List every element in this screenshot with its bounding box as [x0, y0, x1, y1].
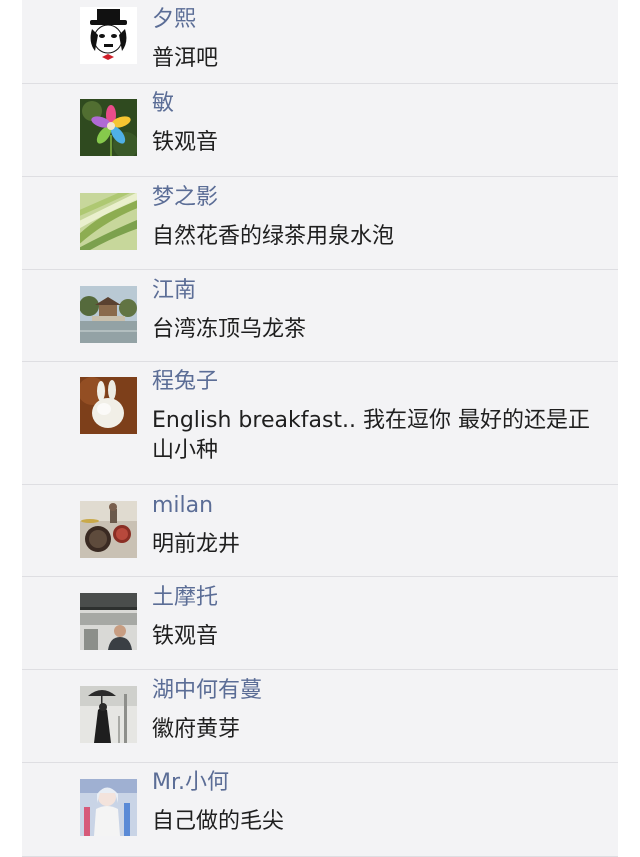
- comment-author[interactable]: 湖中何有蔓: [152, 678, 602, 704]
- comment-text: 夕熙 普洱吧: [152, 7, 602, 74]
- comment-list: 夕熙 普洱吧 敏 铁观音 梦之影 自然花香的绿茶用泉水泡 江南 台湾冻顶乌龙茶 …: [22, 0, 618, 857]
- comment-text: 湖中何有蔓 徽府黄芽: [152, 678, 602, 745]
- comment-text: 敏 铁观音: [152, 91, 602, 158]
- comment-author[interactable]: 夕熙: [152, 7, 602, 33]
- comment-message: 台湾冻顶乌龙茶: [152, 317, 307, 342]
- portrait-avatar-icon[interactable]: [80, 593, 137, 650]
- comment-item[interactable]: 湖中何有蔓 徽府黄芽: [22, 670, 618, 763]
- pavilion-avatar-icon[interactable]: [80, 286, 137, 343]
- comment-message: 自然花香的绿茶用泉水泡: [152, 224, 395, 249]
- green-blur-avatar-icon[interactable]: [80, 193, 137, 250]
- comment-message: 铁观音: [152, 130, 219, 155]
- bunny-avatar-icon[interactable]: [80, 377, 137, 434]
- comment-item[interactable]: 程兔子 English breakfast.. 我在逗你 最好的还是正山小种: [22, 362, 618, 485]
- comments-panel: 夕熙 普洱吧 敏 铁观音 梦之影 自然花香的绿茶用泉水泡 江南 台湾冻顶乌龙茶 …: [22, 0, 618, 857]
- comment-item[interactable]: milan 明前龙井: [22, 485, 618, 577]
- comment-message: 铁观音: [152, 624, 219, 649]
- umbrella-avatar-icon[interactable]: [80, 686, 137, 743]
- comment-message: 普洱吧: [152, 46, 219, 71]
- comment-item[interactable]: 土摩托 铁观音: [22, 577, 618, 670]
- comment-message: 自己做的毛尖: [152, 809, 285, 834]
- cartoon-avatar-icon[interactable]: [80, 779, 137, 836]
- comment-author[interactable]: 程兔子: [152, 369, 602, 395]
- comment-message: 徽府黄芽: [152, 717, 241, 742]
- comment-author[interactable]: 敏: [152, 91, 602, 117]
- comment-text: 土摩托 铁观音: [152, 585, 602, 652]
- chaplin-avatar-icon[interactable]: [80, 7, 137, 64]
- comment-item[interactable]: 梦之影 自然花香的绿茶用泉水泡: [22, 177, 618, 270]
- comment-author[interactable]: Mr.小何: [152, 770, 602, 796]
- comment-message: English breakfast.. 我在逗你 最好的还是正山小种: [152, 408, 591, 463]
- comment-text: Mr.小何 自己做的毛尖: [152, 770, 602, 837]
- comment-item[interactable]: 夕熙 普洱吧: [22, 0, 618, 84]
- comment-item[interactable]: 敏 铁观音: [22, 84, 618, 177]
- comment-message: 明前龙井: [152, 532, 241, 557]
- comment-text: 梦之影 自然花香的绿茶用泉水泡: [152, 185, 602, 252]
- comment-text: 江南 台湾冻顶乌龙茶: [152, 278, 602, 345]
- drums-avatar-icon[interactable]: [80, 501, 137, 558]
- flower-avatar-icon[interactable]: [80, 99, 137, 156]
- comment-author[interactable]: milan: [152, 493, 602, 519]
- comment-text: 程兔子 English breakfast.. 我在逗你 最好的还是正山小种: [152, 369, 602, 466]
- comment-author[interactable]: 江南: [152, 278, 602, 304]
- comment-item[interactable]: Mr.小何 自己做的毛尖: [22, 763, 618, 857]
- comment-item[interactable]: 江南 台湾冻顶乌龙茶: [22, 270, 618, 362]
- comment-author[interactable]: 土摩托: [152, 585, 602, 611]
- comment-author[interactable]: 梦之影: [152, 185, 602, 211]
- comment-text: milan 明前龙井: [152, 493, 602, 560]
